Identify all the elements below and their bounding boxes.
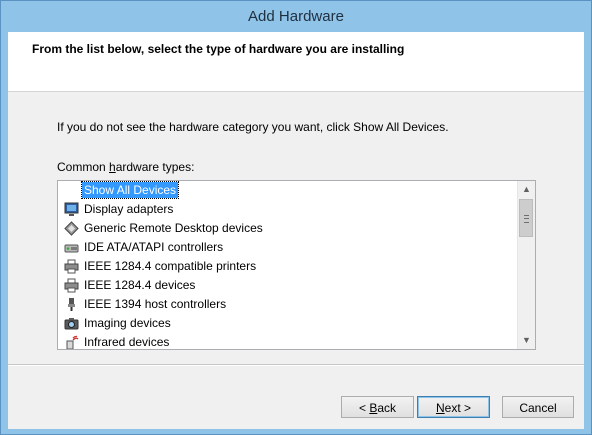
firewire-icon <box>68 298 75 311</box>
item-label: IDE ATA/ATAPI controllers <box>84 240 224 254</box>
scroll-down-button[interactable]: ▼ <box>518 332 535 349</box>
list-item-display-adapters[interactable]: Display adapters <box>58 200 519 219</box>
wizard-client-area: From the list below, select the type of … <box>8 32 584 429</box>
grip-icon <box>524 215 529 223</box>
hardware-types-listbox[interactable]: Show All Devices Display adapters Generi… <box>57 180 536 350</box>
item-label: Imaging devices <box>84 316 171 330</box>
printer-icon <box>64 278 79 293</box>
hardware-types-label: Common hardware types: <box>57 160 194 174</box>
item-label: IEEE 1394 host controllers <box>84 297 227 311</box>
item-label: Display adapters <box>84 202 174 216</box>
info-text: If you do not see the hardware category … <box>57 120 449 134</box>
item-label: Infrared devices <box>84 335 170 349</box>
next-suffix: ext > <box>444 401 472 415</box>
scroll-up-button[interactable]: ▲ <box>518 181 535 198</box>
scroll-thumb[interactable] <box>519 199 533 237</box>
item-label: IEEE 1284.4 compatible printers <box>84 259 257 273</box>
back-button[interactable]: < Back <box>341 396 414 418</box>
monitor-icon <box>64 202 79 216</box>
button-divider <box>8 364 584 366</box>
list-items: Show All Devices Display adapters Generi… <box>58 181 519 349</box>
cancel-button[interactable]: Cancel <box>502 396 574 418</box>
item-label: IEEE 1284.4 devices <box>84 278 196 292</box>
label-suffix: ardware types: <box>115 160 195 174</box>
list-item-ieee1284-printers[interactable]: IEEE 1284.4 compatible printers <box>58 257 519 276</box>
item-label: Show All Devices <box>80 181 180 199</box>
item-label: Generic Remote Desktop devices <box>84 221 263 235</box>
list-item-infrared-devices[interactable]: Infrared devices <box>58 333 519 349</box>
camera-icon <box>64 318 79 330</box>
list-item-imaging-devices[interactable]: Imaging devices <box>58 314 519 333</box>
list-item-ieee1284-devices[interactable]: IEEE 1284.4 devices <box>58 276 519 295</box>
ide-controller-icon <box>64 244 79 253</box>
next-accel: N <box>435 401 445 415</box>
window-title: Add Hardware <box>248 8 344 25</box>
header-instruction: From the list below, select the type of … <box>32 42 405 56</box>
remote-desktop-icon <box>64 221 79 236</box>
printer-icon <box>64 259 79 274</box>
label-prefix: Common <box>57 160 110 174</box>
next-button[interactable]: Next > <box>417 396 490 418</box>
list-scrollbar[interactable]: ▲ ▼ <box>517 181 535 349</box>
add-hardware-window: Add Hardware From the list below, select… <box>0 0 592 435</box>
infrared-icon <box>66 335 79 349</box>
label-accel: h <box>109 160 116 174</box>
list-item-ieee1394-controllers[interactable]: IEEE 1394 host controllers <box>58 295 519 314</box>
back-prefix: < <box>358 401 370 415</box>
list-item-ide-controllers[interactable]: IDE ATA/ATAPI controllers <box>58 238 519 257</box>
list-item-show-all-devices[interactable]: Show All Devices <box>58 181 519 200</box>
wizard-header: From the list below, select the type of … <box>8 32 584 92</box>
list-item-remote-desktop[interactable]: Generic Remote Desktop devices <box>58 219 519 238</box>
back-suffix: ack <box>377 401 397 415</box>
